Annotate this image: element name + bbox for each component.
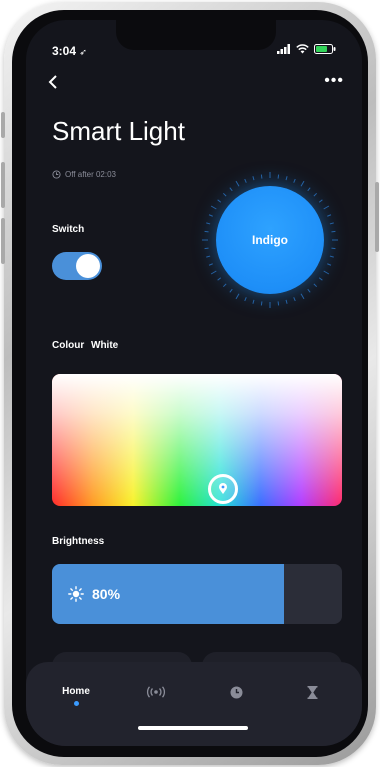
dial-tick [300,293,305,300]
dial-tick [252,176,255,181]
home-indicator[interactable] [138,726,248,730]
dial-tick [318,199,323,203]
dial-tick [204,247,209,250]
power-toggle[interactable] [52,252,102,280]
current-colour-button[interactable]: Indigo [216,186,324,294]
volume-down-button [1,218,5,264]
brightness-slider[interactable]: 80% [52,564,342,624]
dial-tick [329,255,334,258]
brightness-content: 80% [68,564,120,624]
dial-tick [293,178,296,183]
battery-icon [314,44,336,54]
tab-home-label: Home [62,686,90,697]
dial-tick [229,288,233,293]
dial-tick [323,270,330,275]
tab-broadcast[interactable] [126,686,186,701]
dial-tick [260,174,263,179]
tab-schedule[interactable] [206,686,266,702]
sun-icon [68,586,84,602]
notch [116,20,276,50]
colour-spectrum-fade [52,374,342,506]
dial-tick [313,192,318,197]
broadcast-icon [147,686,165,698]
dial-tick [331,247,336,250]
pin-icon [219,483,227,494]
signal-icon [277,44,290,54]
brightness-value: 80% [92,586,121,602]
dial-tick [235,180,240,187]
dial-tick [210,205,217,210]
dial-tick [244,297,247,302]
clock-icon [52,170,61,179]
timer-status: Off after 02:03 [52,170,116,179]
active-tab-indicator [73,701,79,706]
tab-home[interactable]: Home [46,686,106,706]
colour-tab[interactable]: Colour [52,340,84,351]
tab-bar: Home [26,662,362,746]
dial-tick [277,301,280,306]
dial-tick [235,293,240,300]
dial-tick [323,205,330,210]
dial-tick [217,277,222,281]
dial-tick [222,192,227,197]
colour-mode-labels: Colour White [52,340,118,351]
dial-tick [206,222,211,225]
dial-tick [277,174,280,179]
dial-tick [307,288,311,293]
dial-tick [252,299,255,304]
phone-frame: 3:04 ➶ ••• Smart Light Off after 02:03 S… [1,2,379,765]
timer-text: Off after 02:03 [65,170,116,179]
dial-tick [210,270,217,275]
switch-label: Switch [52,224,85,235]
dial-tick [204,230,209,233]
screen: 3:04 ➶ ••• Smart Light Off after 02:03 S… [26,20,362,746]
dial-tick [260,301,263,306]
dial-tick [217,199,222,203]
hourglass-icon [307,686,317,699]
page-title: Smart Light [52,116,185,146]
location-icon: ➶ [79,47,87,57]
dial-tick [285,176,288,181]
dial-tick [300,180,305,187]
back-button[interactable] [48,74,58,93]
dial-tick [206,255,211,258]
dial-tick [208,214,213,217]
dial-tick [222,283,227,288]
power-button [375,182,379,252]
brightness-label: Brightness [52,536,105,547]
status-icons [277,44,336,54]
dial-tick [208,263,213,266]
dial-tick [331,230,336,233]
colour-picker[interactable] [52,374,342,506]
mute-switch [1,112,5,138]
volume-up-button [1,162,5,208]
tab-timer[interactable] [282,686,342,702]
more-icon: ••• [324,72,344,89]
dial-tick [244,178,247,183]
dial-tick [313,283,318,288]
dial-tick [307,187,311,192]
more-options-button[interactable]: ••• [324,72,344,89]
dial-tick [285,299,288,304]
current-colour-name: Indigo [252,233,288,247]
white-tab[interactable]: White [91,340,118,351]
dial-tick [327,263,332,266]
wifi-icon [296,44,309,54]
status-time: 3:04 ➶ [52,44,87,58]
clock-icon [230,686,242,699]
dial-tick [229,187,233,192]
dial-tick [293,297,296,302]
chevron-left-icon [48,75,57,89]
colour-picker-handle[interactable] [208,474,238,504]
dial-tick [329,222,334,225]
dial-tick [327,214,332,217]
toggle-knob [76,254,100,278]
dial-tick [318,277,323,281]
